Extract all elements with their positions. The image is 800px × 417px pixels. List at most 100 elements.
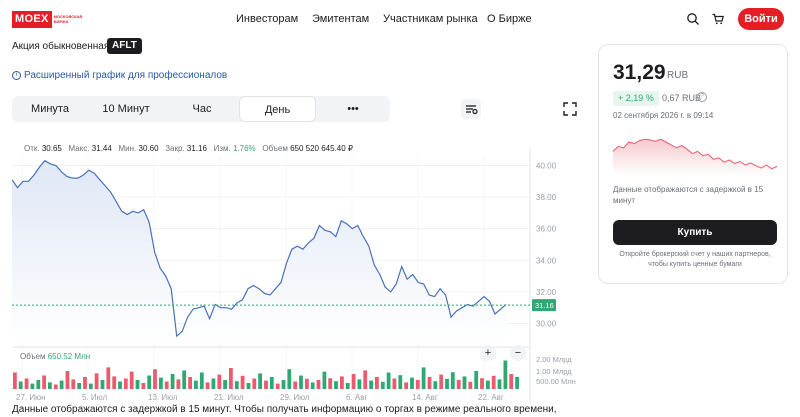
volume-panel-label: Объем 650.52 Млн [20, 352, 90, 361]
tab-10-minutes[interactable]: 10 Минут [88, 96, 164, 122]
volume-bar [386, 372, 391, 389]
price-area [12, 160, 506, 344]
volume-bar [147, 375, 152, 389]
info-icon: i [12, 71, 21, 80]
volume-bar [217, 374, 222, 389]
volume-bar [375, 377, 379, 389]
volume-bar [252, 378, 257, 389]
price-chart[interactable]: Отк. 30.65 Макс. 31.44 Мин. 30.60 Закр. … [11, 134, 582, 404]
price-tick-label: 40.00 [536, 161, 557, 170]
volume-bar [24, 378, 29, 389]
volume-bar [123, 378, 128, 389]
price-tick-label: 34.00 [536, 256, 557, 265]
volume-bar [153, 369, 157, 389]
volume-bar [42, 375, 46, 389]
volume-bar [456, 380, 461, 389]
fullscreen-icon [563, 102, 577, 116]
nav-about[interactable]: О Бирже [487, 13, 532, 25]
volume-bar [480, 378, 484, 389]
delay-notice: Данные отображаются с задержкой в 15 мин… [12, 404, 557, 415]
volume-bar [88, 383, 93, 389]
volume-bar [94, 373, 99, 389]
price-tick-label: 30.00 [536, 319, 557, 328]
logo-subtitle: МОСКОВСКАЯ БИРЖА [53, 14, 83, 24]
volume-bar [106, 367, 111, 389]
price-timestamp: 02 сентября 2026 г. в 09:14 [613, 111, 714, 120]
cart-icon[interactable] [711, 12, 725, 26]
volume-bar [264, 380, 268, 389]
close-value: 31.16 [186, 144, 207, 153]
indicators-button[interactable] [461, 99, 481, 119]
volume-bar [275, 383, 280, 389]
change-label: Изм. [213, 144, 231, 153]
volume-bar [281, 380, 286, 389]
pro-chart-link[interactable]: i Расширенный график для профессионалов [12, 70, 227, 81]
fullscreen-button[interactable] [560, 99, 580, 119]
volume-bar [345, 383, 350, 389]
moex-logo[interactable]: MOEX МОСКОВСКАЯ БИРЖА [12, 10, 82, 28]
zoom-out-button[interactable]: − [510, 345, 526, 361]
tab-day[interactable]: День [239, 96, 316, 122]
volume-bar [188, 377, 192, 389]
change-absolute: 0,67 RUB [662, 93, 702, 103]
volume-bar [392, 378, 397, 389]
volume-bar [439, 374, 444, 389]
tab-minute[interactable]: Минута [12, 96, 88, 122]
tab-more[interactable]: ••• [316, 96, 390, 122]
volume-bar [351, 374, 356, 389]
volume-bar [433, 381, 438, 389]
volume-bar [83, 377, 87, 389]
volume-tick-label: 1.00 Млрд [536, 367, 572, 376]
broker-note: Откройте брокерский счет у наших партнер… [619, 251, 771, 268]
high-label: Макс. [68, 144, 90, 153]
x-tick-label: 14. Авг [412, 393, 438, 402]
close-label: Закр. [165, 144, 185, 153]
volume-tick-label: 500.00 Млн [536, 377, 576, 386]
volume-bar [246, 383, 251, 389]
volume-bar [36, 380, 41, 389]
volume-bar [445, 378, 449, 389]
volume-bar [141, 383, 146, 389]
login-button[interactable]: Войти [738, 8, 784, 30]
volume-bar [269, 377, 274, 389]
volume-bar [176, 379, 181, 389]
change-percent-badge: + 2,19 % [613, 91, 659, 106]
search-icon[interactable] [686, 12, 700, 26]
volume-bar [100, 380, 105, 389]
mini-price-chart [612, 138, 778, 175]
volume-bar [53, 384, 58, 389]
volume-bar [223, 380, 227, 389]
volume-bar [240, 375, 245, 389]
low-label: Мин. [118, 144, 137, 153]
x-tick-label: 27. Июн [16, 393, 46, 402]
volume-bar [287, 369, 292, 389]
volume-bar [305, 378, 309, 389]
nav-investors[interactable]: Инвесторам [236, 13, 298, 25]
volume-bar [380, 381, 385, 389]
volume-bar [59, 380, 64, 389]
nav-market-participants[interactable]: Участникам рынка [383, 13, 478, 25]
volume-bar [159, 377, 163, 389]
open-value: 30.65 [41, 144, 62, 153]
volume-bar [299, 375, 303, 389]
volume-bar [194, 380, 198, 389]
nav-issuers[interactable]: Эмитентам [312, 13, 369, 25]
help-icon[interactable]: ? [697, 92, 707, 102]
volume-bar [328, 378, 333, 389]
low-value: 30.60 [138, 144, 159, 153]
volume-bar [503, 360, 508, 389]
tab-hour[interactable]: Час [164, 96, 240, 122]
indicators-icon [466, 105, 478, 115]
volume-bar [322, 371, 327, 389]
volume-bar [65, 371, 70, 389]
volume-bar [491, 375, 496, 389]
price-chart-svg: 40.00 38.00 36.00 34.00 32.00 30.00 27. Июн 5. … [11, 148, 576, 404]
zoom-in-button[interactable]: + [480, 345, 496, 361]
volume-bar [118, 381, 122, 389]
volume-panel-title: Объем [20, 352, 46, 361]
volume-bar [404, 382, 408, 389]
buy-button[interactable]: Купить [613, 220, 777, 245]
volume-bar [421, 367, 426, 389]
change-value: 1.76% [232, 144, 256, 153]
volume-bar [211, 378, 216, 389]
